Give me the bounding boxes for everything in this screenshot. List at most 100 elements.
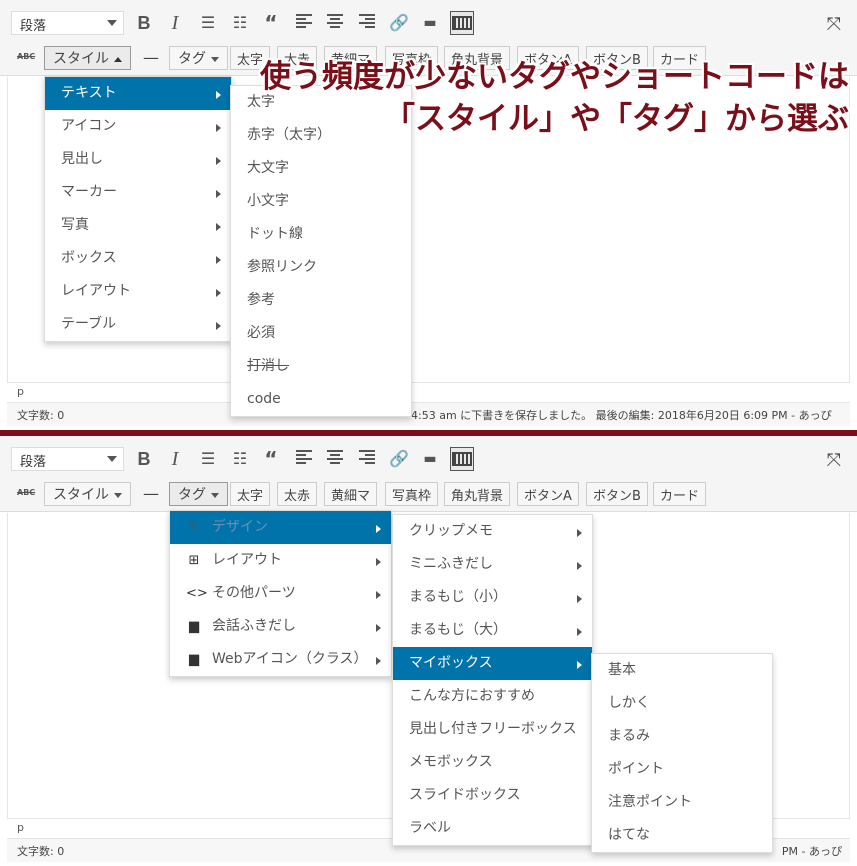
align-right-icon[interactable] [359,14,375,28]
editor-panel-top: 段落 B I ☰ ☷ “ 🔗 ▬ ⤧ ABC スタイル — タグ 太字 太赤 黄… [0,0,857,430]
align-center-icon[interactable] [327,14,343,28]
tag-menu-item-web-icon[interactable]: ▆ Webアイコン（クラス） [170,643,391,676]
text-submenu-item[interactable]: code [231,383,411,416]
format-select-value: 段落 [20,455,47,470]
mybox-submenu-item[interactable]: はてな [592,819,772,852]
word-count: 文字数: 0 [17,409,65,422]
quicktag-button[interactable]: ボタンB [586,482,648,506]
keyboard-icon[interactable] [450,447,474,471]
tag-menu-item-other-parts[interactable]: <> その他パーツ [170,577,391,610]
fullscreen-icon[interactable]: ⤧ [827,14,841,35]
annotation-line-2: 「スタイル」や「タグ」から選ぶ [384,101,849,137]
chevron-right-icon [376,657,381,665]
code-icon: <> [186,586,208,601]
style-menu-item-heading[interactable]: 見出し [45,143,231,176]
blockquote-icon[interactable]: “ [259,447,283,471]
chevron-right-icon [376,525,381,533]
design-submenu-item[interactable]: スライドボックス [393,779,592,812]
style-dropdown-label: スタイル [53,51,109,67]
format-select[interactable]: 段落 [11,447,124,471]
quicktag-button[interactable]: 太赤 [277,482,318,506]
chevron-down-icon [107,20,117,26]
spellcheck-icon[interactable]: ABC [17,52,35,61]
style-dropdown-label: スタイル [53,487,109,503]
horizontal-rule-button[interactable]: — [141,46,161,70]
fullscreen-icon[interactable]: ⤧ [827,450,841,471]
read-more-icon[interactable]: ▬ [418,447,442,471]
text-submenu-item[interactable]: 大文字 [231,152,411,185]
element-path: p [7,382,850,402]
bold-icon[interactable]: B [132,447,156,471]
style-menu-item-photo[interactable]: 写真 [45,209,231,242]
bold-icon[interactable]: B [132,11,156,35]
autosave-status: 4:53 am に下書きを保存しました。 最後の編集: 2018年6月20日 6… [411,409,832,422]
link-icon[interactable]: 🔗 [387,11,411,35]
style-menu-item-box[interactable]: ボックス [45,242,231,275]
text-submenu-item[interactable]: 参考 [231,284,411,317]
mybox-submenu-item[interactable]: まるみ [592,720,772,753]
spellcheck-icon[interactable]: ABC [17,488,35,497]
style-menu-item-text[interactable]: テキスト [45,77,231,110]
style-menu-item-layout[interactable]: レイアウト [45,275,231,308]
autosave-status: PM - あっぴ [781,845,842,858]
quicktag-button[interactable]: 太字 [230,482,271,506]
read-more-icon[interactable]: ▬ [418,11,442,35]
align-left-icon[interactable] [296,450,312,464]
quicktag-button[interactable]: 角丸背景 [444,482,511,506]
bullet-list-icon[interactable]: ☰ [196,11,220,35]
design-submenu-item[interactable]: メモボックス [393,746,592,779]
chevron-up-icon [114,56,122,62]
style-dropdown-button[interactable]: スタイル [44,46,131,70]
style-dropdown-button[interactable]: スタイル [44,482,131,506]
design-submenu-item[interactable]: 見出し付きフリーボックス [393,713,592,746]
text-submenu-item[interactable]: 打消し [231,350,411,383]
text-submenu-item[interactable]: 必須 [231,317,411,350]
tag-dropdown-button[interactable]: タグ [169,46,228,70]
design-submenu-item-mybox[interactable]: マイボックス [393,647,592,680]
style-menu-item-table[interactable]: テーブル [45,308,231,341]
tag-menu: ✎ デザイン ⊞ レイアウト <> その他パーツ ▆ 会話ふきだし ▆ Webアイコン（ク… [169,510,392,677]
mybox-submenu-item[interactable]: 注意ポイント [592,786,772,819]
chevron-right-icon [216,322,221,330]
chevron-right-icon [577,628,582,636]
align-right-icon[interactable] [359,450,375,464]
numbered-list-icon[interactable]: ☷ [228,11,252,35]
italic-icon[interactable]: I [163,11,187,35]
quicktag-button[interactable]: ボタンA [517,482,579,506]
mybox-submenu-item[interactable]: ポイント [592,753,772,786]
chevron-right-icon [216,157,221,165]
link-icon[interactable]: 🔗 [387,447,411,471]
align-left-icon[interactable] [296,14,312,28]
tag-dropdown-label: タグ [178,51,206,67]
style-menu-item-icon[interactable]: アイコン [45,110,231,143]
quicktag-button[interactable]: 黄細マ [324,482,378,506]
design-submenu-item[interactable]: ミニふきだし [393,548,592,581]
italic-icon[interactable]: I [163,447,187,471]
design-submenu-item[interactable]: クリップメモ [393,515,592,548]
style-menu-item-marker[interactable]: マーカー [45,176,231,209]
tag-menu-item-speech-bubble[interactable]: ▆ 会話ふきだし [170,610,391,643]
text-submenu-item[interactable]: 小文字 [231,185,411,218]
mybox-submenu-item[interactable]: 基本 [592,654,772,687]
tag-menu-item-layout[interactable]: ⊞ レイアウト [170,544,391,577]
text-submenu-item[interactable]: 参照リンク [231,251,411,284]
tag-menu-item-design[interactable]: ✎ デザイン [170,511,391,544]
numbered-list-icon[interactable]: ☷ [228,447,252,471]
design-submenu-item[interactable]: まるもじ（小） [393,581,592,614]
quicktag-button[interactable]: カード [653,482,707,506]
mybox-submenu-item[interactable]: しかく [592,687,772,720]
tag-dropdown-button[interactable]: タグ [169,482,228,506]
format-select[interactable]: 段落 [11,11,124,35]
align-center-icon[interactable] [327,450,343,464]
blockquote-icon[interactable]: “ [259,11,283,35]
horizontal-rule-button[interactable]: — [141,482,161,506]
chevron-right-icon [577,595,582,603]
keyboard-icon[interactable] [450,11,474,35]
text-submenu-item[interactable]: ドット線 [231,218,411,251]
design-submenu-item[interactable]: ラベル [393,812,592,845]
chevron-down-icon [107,456,117,462]
quicktag-button[interactable]: 写真枠 [385,482,439,506]
design-submenu-item[interactable]: まるもじ（大） [393,614,592,647]
bullet-list-icon[interactable]: ☰ [196,447,220,471]
design-submenu-item[interactable]: こんな方におすすめ [393,680,592,713]
